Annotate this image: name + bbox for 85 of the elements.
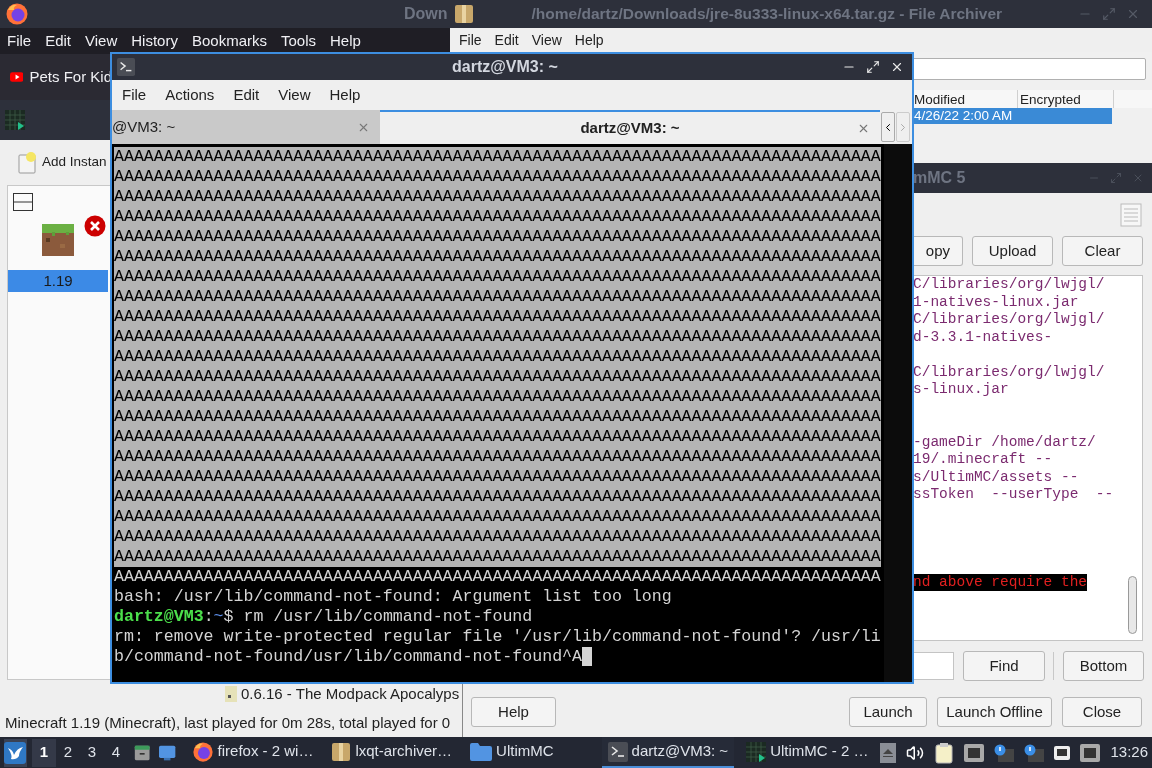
clock: 13:26 [1110, 742, 1148, 763]
maximize-icon[interactable] [866, 60, 880, 74]
instance-label[interactable]: 1.19 [8, 270, 108, 292]
workspace-button[interactable]: 1 [31, 738, 56, 767]
table-row[interactable]: 4/26/22 2:00 AM [912, 108, 1112, 124]
network-port-icon[interactable] [964, 743, 985, 762]
taskbar-button[interactable]: dartz@VM3: ~ [601, 737, 735, 768]
menu-item[interactable]: File [7, 29, 32, 53]
close-icon[interactable] [890, 60, 904, 74]
log-line: 19/.minecraft -- [913, 451, 1053, 469]
menu-item[interactable]: Help [329, 83, 361, 107]
button[interactable]: opy [913, 236, 963, 266]
terminal-icon [607, 741, 628, 762]
search-field[interactable] [912, 58, 1146, 80]
collapse-group-icon[interactable] [13, 193, 33, 211]
volume-icon[interactable] [906, 743, 925, 762]
bird-menu-icon[interactable] [4, 741, 27, 764]
network-port-icon[interactable] [1080, 743, 1101, 762]
menu-item[interactable]: Bookmarks [191, 29, 267, 53]
menu-item[interactable]: Edit [45, 29, 72, 53]
clipboard-icon[interactable] [934, 741, 955, 764]
log-line: ssToken --userType -- [913, 486, 1114, 504]
terminal-grid-icon [5, 110, 25, 130]
menu-item[interactable]: History [131, 29, 178, 53]
menu-item[interactable]: View [531, 29, 562, 51]
tab[interactable]: @VM3: ~ [112, 110, 380, 144]
log-line: d-3.3.1-natives- [913, 328, 1053, 346]
taskbar-button[interactable]: UltimMC [464, 737, 560, 768]
button[interactable]: Find [963, 651, 1045, 681]
terminal-icon [117, 58, 135, 76]
button[interactable]: Clear [1062, 236, 1143, 266]
menu-item[interactable]: Actions [165, 83, 215, 107]
scrollbar-thumb[interactable] [1128, 576, 1137, 634]
log-line: C/libraries/org/lwjgl/ [913, 363, 1105, 381]
button[interactable]: Help [471, 697, 556, 727]
video-play-icon [10, 71, 24, 83]
network-port-icon[interactable] [1054, 745, 1071, 760]
log-line: s/UltimMC/assets -- [913, 468, 1079, 486]
toolbar-button[interactable]: Add Instan [42, 152, 107, 173]
workspace-button[interactable]: 2 [55, 738, 80, 767]
window-title: mMC 5 [913, 168, 966, 188]
status-text: Minecraft 1.19 (Minecraft), last played for 0m 28s, total played for 0 [5, 713, 451, 734]
news-icon [225, 686, 237, 702]
desktop-icon[interactable] [159, 743, 176, 762]
terminal-line: dartz@VM3:~$ rm /usr/lib/command-not-found [114, 607, 533, 627]
menu-item[interactable]: Help [574, 29, 604, 51]
taskbar-button[interactable]: UltimMC - 2 … [740, 737, 875, 768]
menu-item[interactable]: Edit [233, 83, 260, 107]
grass-block-icon [42, 224, 74, 256]
taskbar-button[interactable]: lxqt-archiver… [325, 737, 459, 768]
workspace-button[interactable]: 3 [79, 738, 104, 767]
terminal-grid-icon [746, 741, 767, 762]
window-title: /home/dartz/Downloads/jre-8u333-linux-x64.tar.gz - File Archiver [531, 4, 1003, 25]
log-line: s-linux.jar [913, 381, 1009, 399]
alert-network-icon[interactable] [994, 743, 1015, 762]
log-line: 1-natives-linux.jar [913, 293, 1079, 311]
taskbar-button[interactable]: firefox - 2 wi… [185, 737, 320, 768]
firefox-icon [5, 2, 29, 26]
search-field[interactable] [913, 652, 954, 680]
news-item[interactable]: 0.6.16 - The Modpack Apocalyps [241, 682, 460, 706]
alert-network-icon[interactable] [1024, 743, 1045, 762]
menu-item[interactable]: Edit [494, 29, 519, 51]
package-icon [331, 741, 352, 762]
folder-icon [470, 742, 493, 761]
menu-item[interactable]: View [278, 83, 311, 107]
menu-item[interactable]: View [85, 29, 118, 53]
add-instance-icon [18, 151, 38, 174]
log-line: -gameDir /home/dartz/ [913, 433, 1096, 451]
package-icon [453, 4, 474, 24]
firefox-icon [191, 740, 214, 763]
menu-item[interactable]: File [459, 29, 482, 51]
button[interactable]: Bottom [1063, 651, 1144, 681]
menu-item[interactable]: Tools [281, 29, 316, 53]
menu-item[interactable]: Help [330, 29, 361, 53]
eject-icon[interactable] [880, 742, 897, 763]
workspace-button[interactable]: 4 [103, 738, 128, 767]
button[interactable]: Launch [849, 697, 927, 727]
button[interactable]: Close [1062, 697, 1142, 727]
button[interactable]: Upload [972, 236, 1053, 266]
log-line: C/libraries/org/lwjgl/ [913, 276, 1105, 294]
window-title: Down [404, 4, 448, 24]
log-line: C/libraries/org/lwjgl/ [913, 311, 1105, 329]
menu-item[interactable]: File [122, 83, 147, 107]
button[interactable]: Launch Offline [937, 697, 1052, 727]
window-title: dartz@VM3: ~ [452, 57, 558, 77]
